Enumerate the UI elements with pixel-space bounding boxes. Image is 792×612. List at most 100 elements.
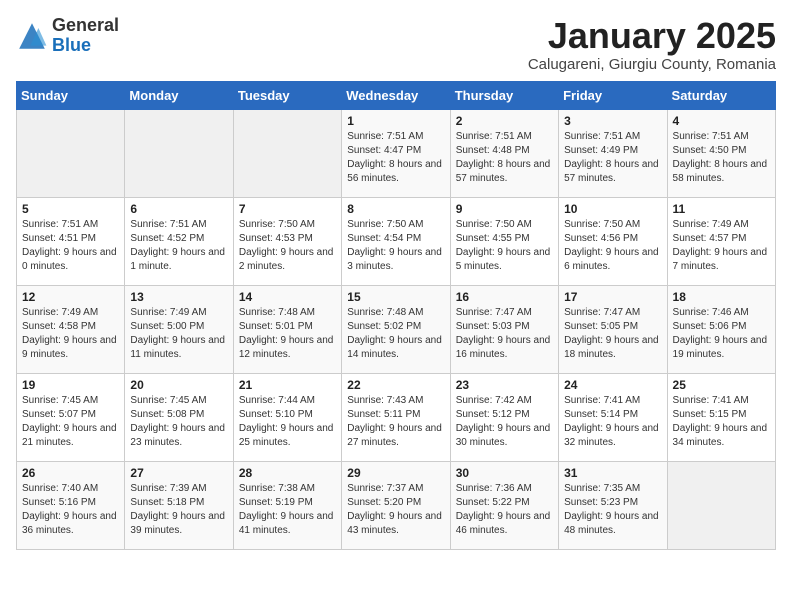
week-row-3: 12 Sunrise: 7:49 AM Sunset: 4:58 PM Dayli…: [17, 285, 776, 373]
page-header: General Blue January 2025 Calugareni, Gi…: [16, 16, 776, 73]
calendar-cell: 10 Sunrise: 7:50 AM Sunset: 4:56 PM Dayli…: [559, 197, 667, 285]
calendar-cell: 27Sunrise: 7:39 AM Sunset: 5:18 PM Dayli…: [125, 461, 233, 549]
calendar-cell: 23Sunrise: 7:42 AM Sunset: 5:12 PM Dayli…: [450, 373, 558, 461]
day-number: 19: [22, 378, 119, 392]
day-info: Sunrise: 7:43 AM Sunset: 5:11 PM Dayligh…: [347, 394, 444, 450]
calendar-cell: 20 Sunrise: 7:45 AM Sunset: 5:08 PM Dayli…: [125, 373, 233, 461]
calendar-cell: 19Sunrise: 7:45 AM Sunset: 5:07 PM Dayli…: [17, 373, 125, 461]
logo-text: General Blue: [52, 16, 119, 56]
day-number: 12: [22, 290, 119, 304]
location-subtitle: Calugareni, Giurgiu County, Romania: [528, 56, 776, 73]
day-number: 27: [130, 466, 227, 480]
day-info: Sunrise: 7:51 AM Sunset: 4:49 PM Dayligh…: [564, 130, 661, 186]
day-number: 25: [673, 378, 770, 392]
week-row-5: 26 Sunrise: 7:40 AM Sunset: 5:16 PM Dayli…: [17, 461, 776, 549]
day-number: 1: [347, 114, 444, 128]
logo: General Blue: [16, 16, 119, 56]
day-number: 14: [239, 290, 336, 304]
day-info: Sunrise: 7:48 AM Sunset: 5:02 PM Dayligh…: [347, 306, 444, 362]
day-number: 18: [673, 290, 770, 304]
calendar-cell: 9 Sunrise: 7:50 AM Sunset: 4:55 PM Daylig…: [450, 197, 558, 285]
calendar-cell: 16 Sunrise: 7:47 AM Sunset: 5:03 PM Dayli…: [450, 285, 558, 373]
day-number: 4: [673, 114, 770, 128]
day-info: Sunrise: 7:42 AM Sunset: 5:12 PM Dayligh…: [456, 394, 553, 450]
day-number: 17: [564, 290, 661, 304]
calendar-cell: [667, 461, 775, 549]
day-number: 10: [564, 202, 661, 216]
calendar-cell: 28Sunrise: 7:38 AM Sunset: 5:19 PM Dayli…: [233, 461, 341, 549]
logo-icon: [16, 20, 48, 52]
day-number: 26: [22, 466, 119, 480]
day-number: 20: [130, 378, 227, 392]
day-info: Sunrise: 7:49 AM Sunset: 4:58 PM Dayligh…: [22, 306, 119, 362]
day-number: 8: [347, 202, 444, 216]
day-number: 13: [130, 290, 227, 304]
day-number: 16: [456, 290, 553, 304]
weekday-header-friday: Friday: [559, 81, 667, 109]
day-number: 2: [456, 114, 553, 128]
day-number: 15: [347, 290, 444, 304]
day-info: Sunrise: 7:50 AM Sunset: 4:55 PM Dayligh…: [456, 218, 553, 274]
day-info: Sunrise: 7:51 AM Sunset: 4:48 PM Dayligh…: [456, 130, 553, 186]
weekday-header-tuesday: Tuesday: [233, 81, 341, 109]
calendar-cell: 25 Sunrise: 7:41 AM Sunset: 5:15 PM Dayli…: [667, 373, 775, 461]
calendar-table: SundayMondayTuesdayWednesdayThursdayFrid…: [16, 81, 776, 550]
calendar-cell: 7Sunrise: 7:50 AM Sunset: 4:53 PM Daylig…: [233, 197, 341, 285]
weekday-header-wednesday: Wednesday: [342, 81, 450, 109]
day-number: 29: [347, 466, 444, 480]
day-info: Sunrise: 7:51 AM Sunset: 4:51 PM Dayligh…: [22, 218, 119, 274]
day-info: Sunrise: 7:50 AM Sunset: 4:56 PM Dayligh…: [564, 218, 661, 274]
day-number: 5: [22, 202, 119, 216]
day-info: Sunrise: 7:44 AM Sunset: 5:10 PM Dayligh…: [239, 394, 336, 450]
day-number: 9: [456, 202, 553, 216]
day-number: 3: [564, 114, 661, 128]
calendar-cell: 30Sunrise: 7:36 AM Sunset: 5:22 PM Dayli…: [450, 461, 558, 549]
calendar-cell: 17 Sunrise: 7:47 AM Sunset: 5:05 PM Dayli…: [559, 285, 667, 373]
day-number: 11: [673, 202, 770, 216]
day-info: Sunrise: 7:35 AM Sunset: 5:23 PM Dayligh…: [564, 482, 661, 538]
day-info: Sunrise: 7:49 AM Sunset: 5:00 PM Dayligh…: [130, 306, 227, 362]
day-number: 6: [130, 202, 227, 216]
calendar-cell: 3 Sunrise: 7:51 AM Sunset: 4:49 PM Daylig…: [559, 109, 667, 197]
logo-general: General: [52, 16, 119, 36]
calendar-cell: 18Sunrise: 7:46 AM Sunset: 5:06 PM Dayli…: [667, 285, 775, 373]
calendar-cell: 14 Sunrise: 7:48 AM Sunset: 5:01 PM Dayli…: [233, 285, 341, 373]
day-number: 31: [564, 466, 661, 480]
day-number: 24: [564, 378, 661, 392]
calendar-cell: 5 Sunrise: 7:51 AM Sunset: 4:51 PM Daylig…: [17, 197, 125, 285]
month-title: January 2025: [528, 16, 776, 56]
calendar-cell: 6 Sunrise: 7:51 AM Sunset: 4:52 PM Daylig…: [125, 197, 233, 285]
day-info: Sunrise: 7:51 AM Sunset: 4:52 PM Dayligh…: [130, 218, 227, 274]
day-info: Sunrise: 7:45 AM Sunset: 5:08 PM Dayligh…: [130, 394, 227, 450]
day-number: 22: [347, 378, 444, 392]
calendar-cell: 21 Sunrise: 7:44 AM Sunset: 5:10 PM Dayli…: [233, 373, 341, 461]
calendar-cell: 29Sunrise: 7:37 AM Sunset: 5:20 PM Dayli…: [342, 461, 450, 549]
day-number: 7: [239, 202, 336, 216]
calendar-cell: [125, 109, 233, 197]
day-info: Sunrise: 7:49 AM Sunset: 4:57 PM Dayligh…: [673, 218, 770, 274]
day-info: Sunrise: 7:47 AM Sunset: 5:03 PM Dayligh…: [456, 306, 553, 362]
day-info: Sunrise: 7:50 AM Sunset: 4:54 PM Dayligh…: [347, 218, 444, 274]
logo-blue: Blue: [52, 36, 119, 56]
day-info: Sunrise: 7:41 AM Sunset: 5:15 PM Dayligh…: [673, 394, 770, 450]
calendar-cell: 31 Sunrise: 7:35 AM Sunset: 5:23 PM Dayli…: [559, 461, 667, 549]
weekday-header-row: SundayMondayTuesdayWednesdayThursdayFrid…: [17, 81, 776, 109]
calendar-cell: 11 Sunrise: 7:49 AM Sunset: 4:57 PM Dayli…: [667, 197, 775, 285]
calendar-cell: 1 Sunrise: 7:51 AM Sunset: 4:47 PM Daylig…: [342, 109, 450, 197]
title-area: January 2025 Calugareni, Giurgiu County,…: [528, 16, 776, 73]
day-info: Sunrise: 7:40 AM Sunset: 5:16 PM Dayligh…: [22, 482, 119, 538]
calendar-cell: 15 Sunrise: 7:48 AM Sunset: 5:02 PM Dayli…: [342, 285, 450, 373]
day-info: Sunrise: 7:47 AM Sunset: 5:05 PM Dayligh…: [564, 306, 661, 362]
day-info: Sunrise: 7:38 AM Sunset: 5:19 PM Dayligh…: [239, 482, 336, 538]
calendar-cell: 26 Sunrise: 7:40 AM Sunset: 5:16 PM Dayli…: [17, 461, 125, 549]
weekday-header-monday: Monday: [125, 81, 233, 109]
day-info: Sunrise: 7:51 AM Sunset: 4:47 PM Dayligh…: [347, 130, 444, 186]
day-number: 30: [456, 466, 553, 480]
calendar-cell: 24Sunrise: 7:41 AM Sunset: 5:14 PM Dayli…: [559, 373, 667, 461]
calendar-cell: 2 Sunrise: 7:51 AM Sunset: 4:48 PM Daylig…: [450, 109, 558, 197]
calendar-cell: 8 Sunrise: 7:50 AM Sunset: 4:54 PM Daylig…: [342, 197, 450, 285]
day-number: 21: [239, 378, 336, 392]
weekday-header-saturday: Saturday: [667, 81, 775, 109]
calendar-cell: 13 Sunrise: 7:49 AM Sunset: 5:00 PM Dayli…: [125, 285, 233, 373]
day-info: Sunrise: 7:48 AM Sunset: 5:01 PM Dayligh…: [239, 306, 336, 362]
